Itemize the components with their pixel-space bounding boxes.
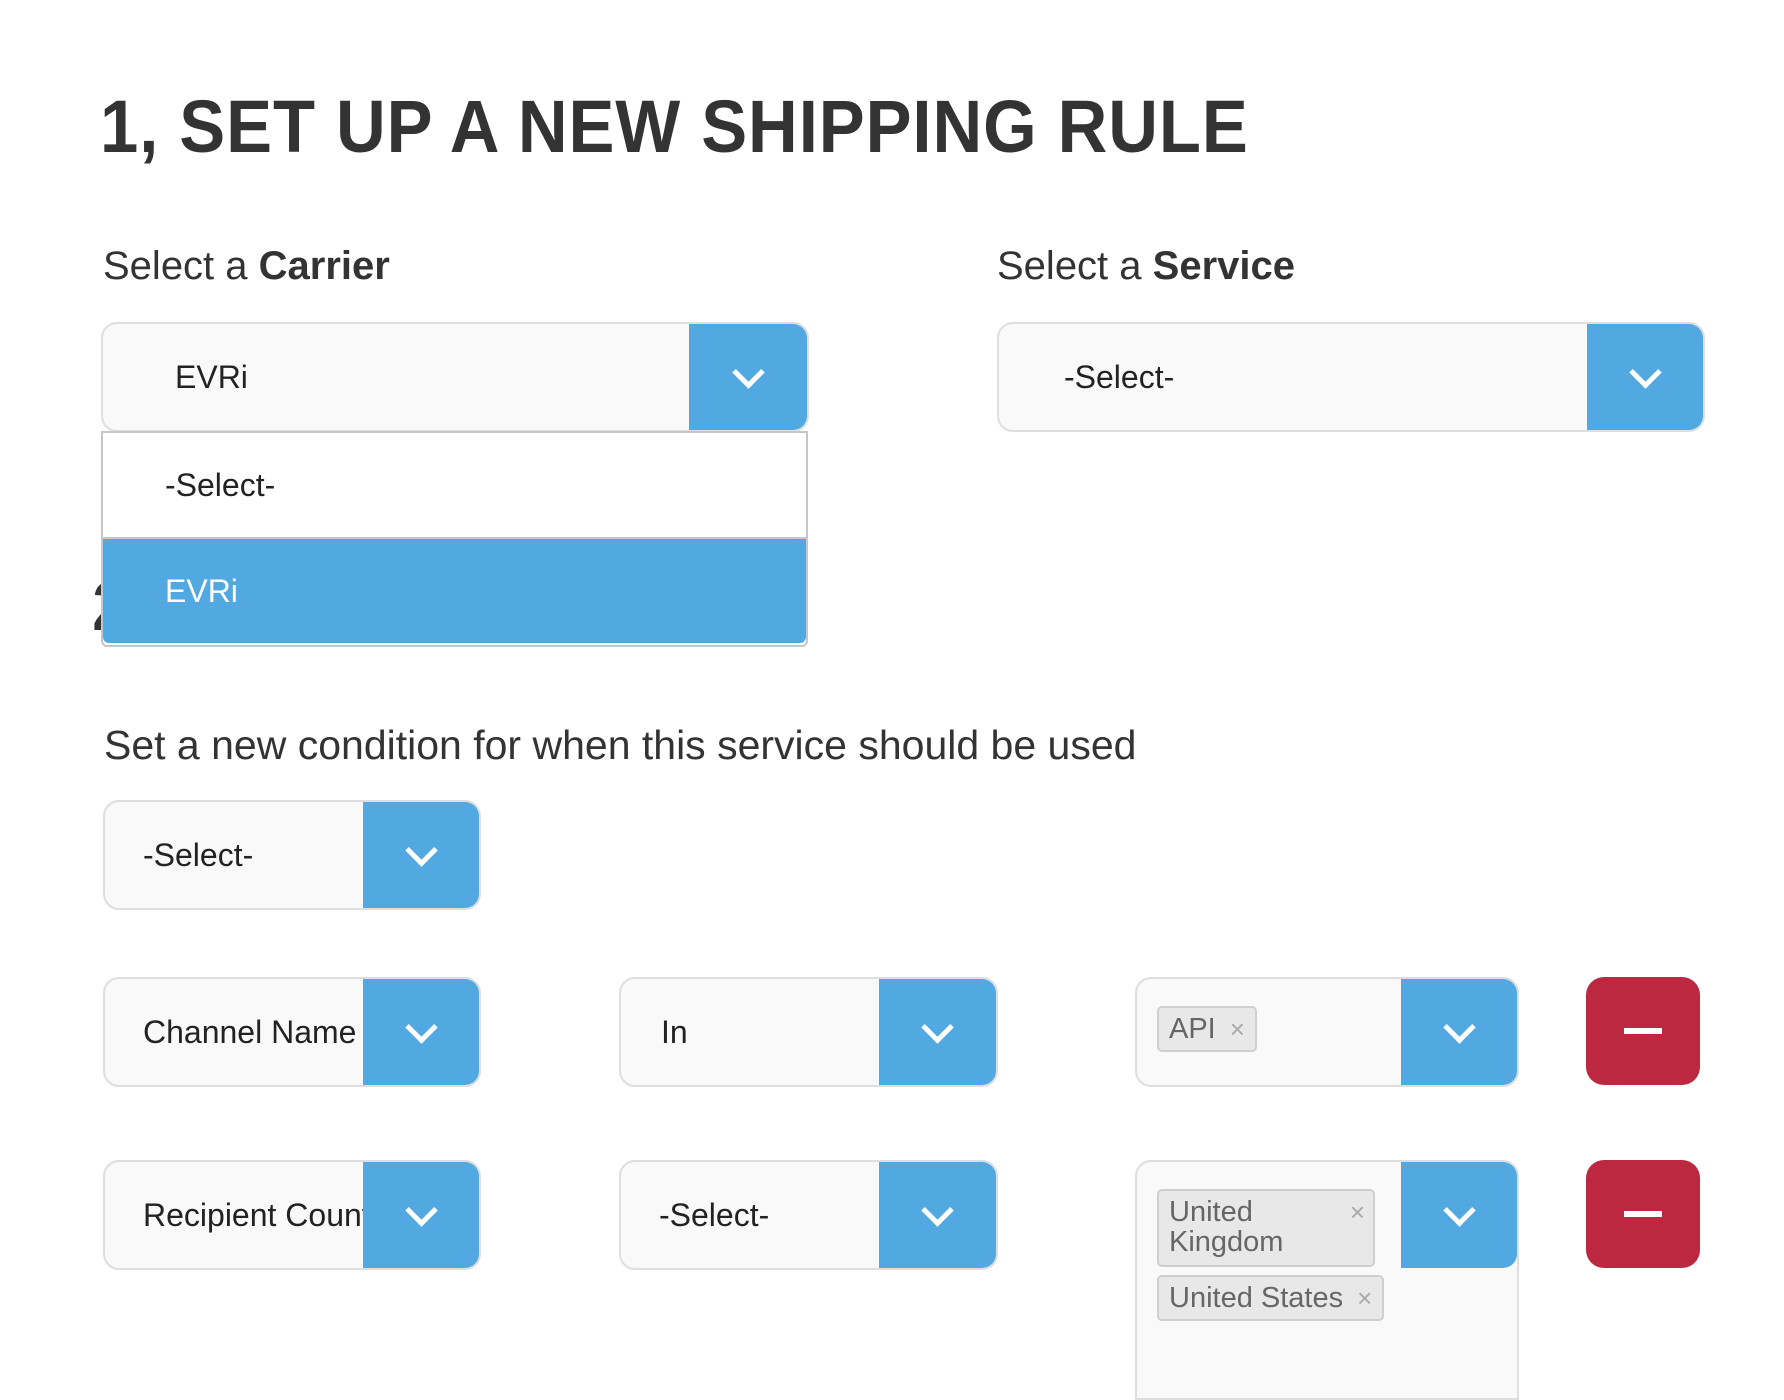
service-select-value: -Select- [1064, 358, 1175, 395]
carrier-label-prefix: Select a [103, 244, 259, 288]
chevron-down-icon [404, 1193, 438, 1227]
value-tag: API × [1157, 1006, 1257, 1052]
service-label: Select a Service [997, 244, 1295, 289]
service-label-prefix: Select a [997, 244, 1153, 288]
carrier-option-select[interactable]: -Select- [103, 433, 806, 539]
minus-icon [1624, 1211, 1662, 1217]
condition-2-field-select[interactable]: Recipient Country [103, 1160, 481, 1270]
chevron-down-icon [1442, 1010, 1476, 1044]
value-tag: United Kingdom × [1157, 1189, 1375, 1267]
chevron-down-icon [921, 1193, 954, 1227]
new-condition-select-arrow[interactable] [363, 802, 479, 908]
chevron-down-icon [1628, 355, 1662, 389]
chevron-down-icon [404, 1010, 438, 1044]
carrier-label-bold: Carrier [258, 244, 390, 288]
service-label-bold: Service [1152, 244, 1295, 288]
conditions-heading: Set a new condition for when this servic… [104, 722, 1137, 768]
value-tag-label: United Kingdom [1169, 1196, 1284, 1258]
carrier-label: Select a Carrier [103, 244, 390, 289]
condition-1-operator-arrow[interactable] [879, 979, 996, 1085]
new-condition-select-value: -Select- [143, 836, 254, 873]
carrier-dropdown-list: -Select- EVRi [101, 431, 808, 647]
condition-1-values-select[interactable]: API × [1135, 977, 1519, 1087]
condition-1-field-select[interactable]: Channel Name [103, 977, 481, 1087]
carrier-select-value: EVRi [175, 358, 248, 395]
carrier-select[interactable]: EVRi [101, 322, 809, 432]
condition-2-values-select[interactable]: United Kingdom × United States × [1135, 1160, 1519, 1400]
condition-2-operator-value: -Select- [659, 1196, 770, 1233]
condition-2-values-arrow[interactable] [1401, 1162, 1517, 1268]
chevron-down-icon [921, 1010, 954, 1044]
minus-icon [1624, 1028, 1662, 1034]
close-icon[interactable]: × [1230, 1014, 1245, 1044]
condition-2-operator-arrow[interactable] [879, 1162, 996, 1268]
chevron-down-icon [1442, 1193, 1476, 1227]
service-select-arrow[interactable] [1587, 324, 1703, 430]
condition-1-values-arrow[interactable] [1401, 979, 1517, 1085]
condition-2-field-arrow[interactable] [363, 1162, 479, 1268]
page-title: 1, SET UP A NEW SHIPPING RULE [100, 85, 1249, 168]
close-icon[interactable]: × [1357, 1283, 1372, 1313]
remove-condition-2-button[interactable] [1586, 1160, 1700, 1268]
condition-2-field-value: Recipient Country [143, 1196, 363, 1233]
value-tag: United States × [1157, 1275, 1385, 1321]
condition-1-operator-value: In [661, 1013, 688, 1050]
remove-condition-1-button[interactable] [1586, 977, 1700, 1085]
carrier-option-evri[interactable]: EVRi [103, 539, 806, 643]
carrier-select-arrow[interactable] [689, 324, 807, 430]
value-tag-label: United States [1169, 1282, 1344, 1314]
condition-1-field-arrow[interactable] [363, 979, 479, 1085]
service-select[interactable]: -Select- [997, 322, 1705, 432]
condition-1-field-value: Channel Name [143, 1013, 357, 1050]
new-condition-select[interactable]: -Select- [103, 800, 481, 910]
condition-1-operator-select[interactable]: In [619, 977, 998, 1087]
value-tag-label: API [1169, 1013, 1216, 1045]
close-icon[interactable]: × [1350, 1199, 1365, 1225]
condition-2-operator-select[interactable]: -Select- [619, 1160, 998, 1270]
chevron-down-icon [404, 833, 438, 867]
chevron-down-icon [731, 355, 765, 389]
